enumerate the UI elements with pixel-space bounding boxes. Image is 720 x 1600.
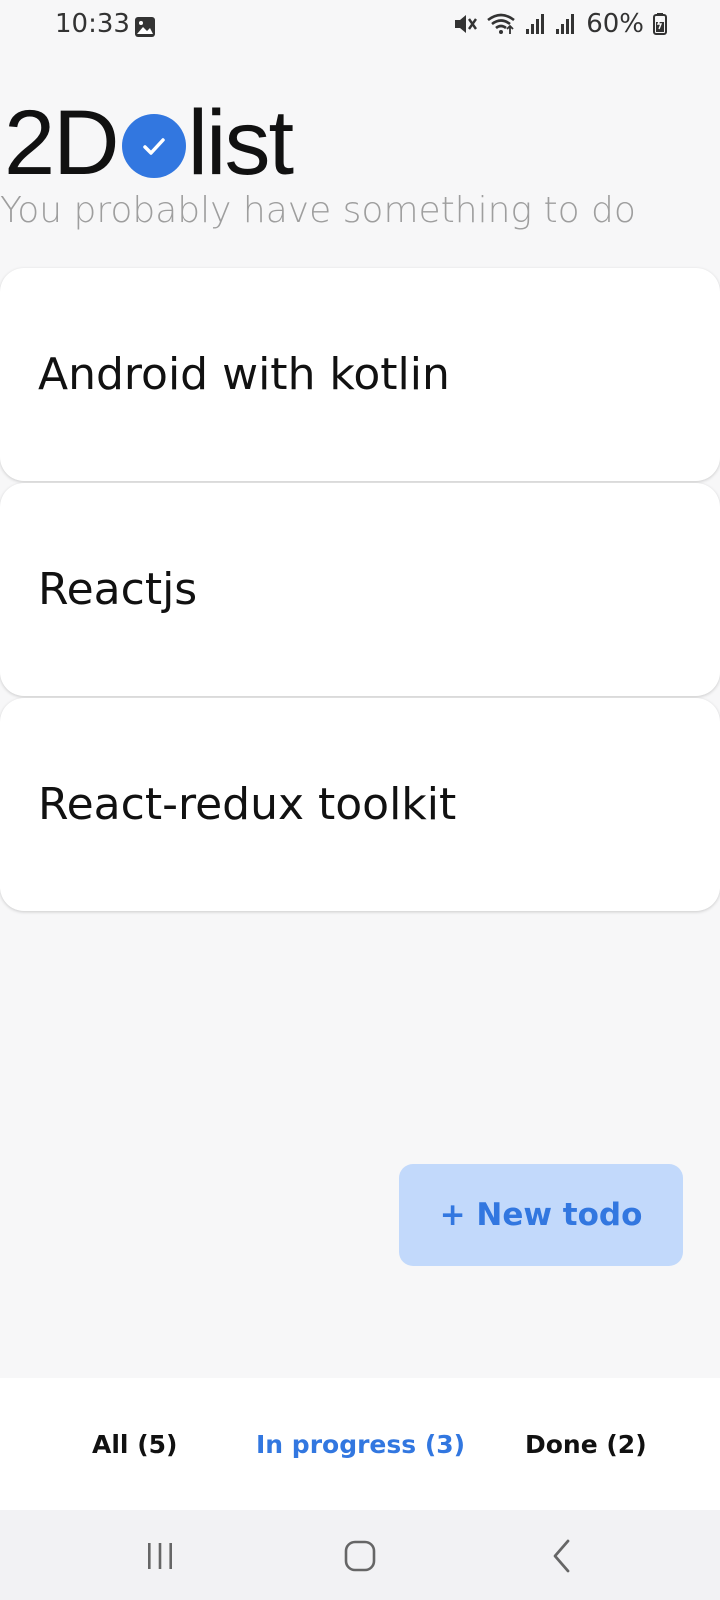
tab-all[interactable]: All (5)	[92, 1378, 177, 1510]
battery-percent: 60%	[586, 9, 644, 39]
new-todo-button[interactable]: + New todo	[399, 1164, 683, 1266]
signal-icon	[524, 12, 546, 36]
tab-in-progress[interactable]: In progress (3)	[256, 1378, 465, 1510]
todo-item[interactable]: Reactjs	[0, 483, 720, 696]
battery-icon	[652, 12, 668, 36]
todo-title: Reactjs	[38, 564, 198, 615]
mute-icon	[452, 12, 478, 36]
todo-list: Android with kotlin Reactjs React-redux …	[0, 268, 720, 913]
status-time: 10:33	[55, 9, 130, 39]
logo-text-prefix: 2D	[4, 92, 120, 194]
logo-text-suffix: list	[187, 92, 294, 194]
home-icon[interactable]	[332, 1530, 388, 1582]
check-circle-icon	[121, 114, 186, 178]
app-logo: 2D list	[4, 88, 294, 198]
recents-icon[interactable]	[132, 1530, 188, 1582]
gallery-icon	[134, 15, 156, 37]
todo-item[interactable]: Android with kotlin	[0, 268, 720, 481]
tab-done[interactable]: Done (2)	[525, 1378, 647, 1510]
todo-title: React-redux toolkit	[38, 779, 457, 830]
system-nav-bar	[0, 1510, 720, 1600]
wifi-icon	[486, 12, 516, 36]
page-subtitle: You probably have something to do	[0, 190, 636, 231]
filter-tab-bar: All (5) In progress (3) Done (2)	[0, 1378, 720, 1510]
todo-item[interactable]: React-redux toolkit	[0, 698, 720, 911]
todo-title: Android with kotlin	[38, 349, 450, 400]
back-icon[interactable]	[534, 1530, 590, 1582]
signal-icon	[554, 12, 576, 36]
status-bar: 10:33 60%	[0, 0, 720, 52]
status-icons: 60%	[452, 9, 668, 39]
